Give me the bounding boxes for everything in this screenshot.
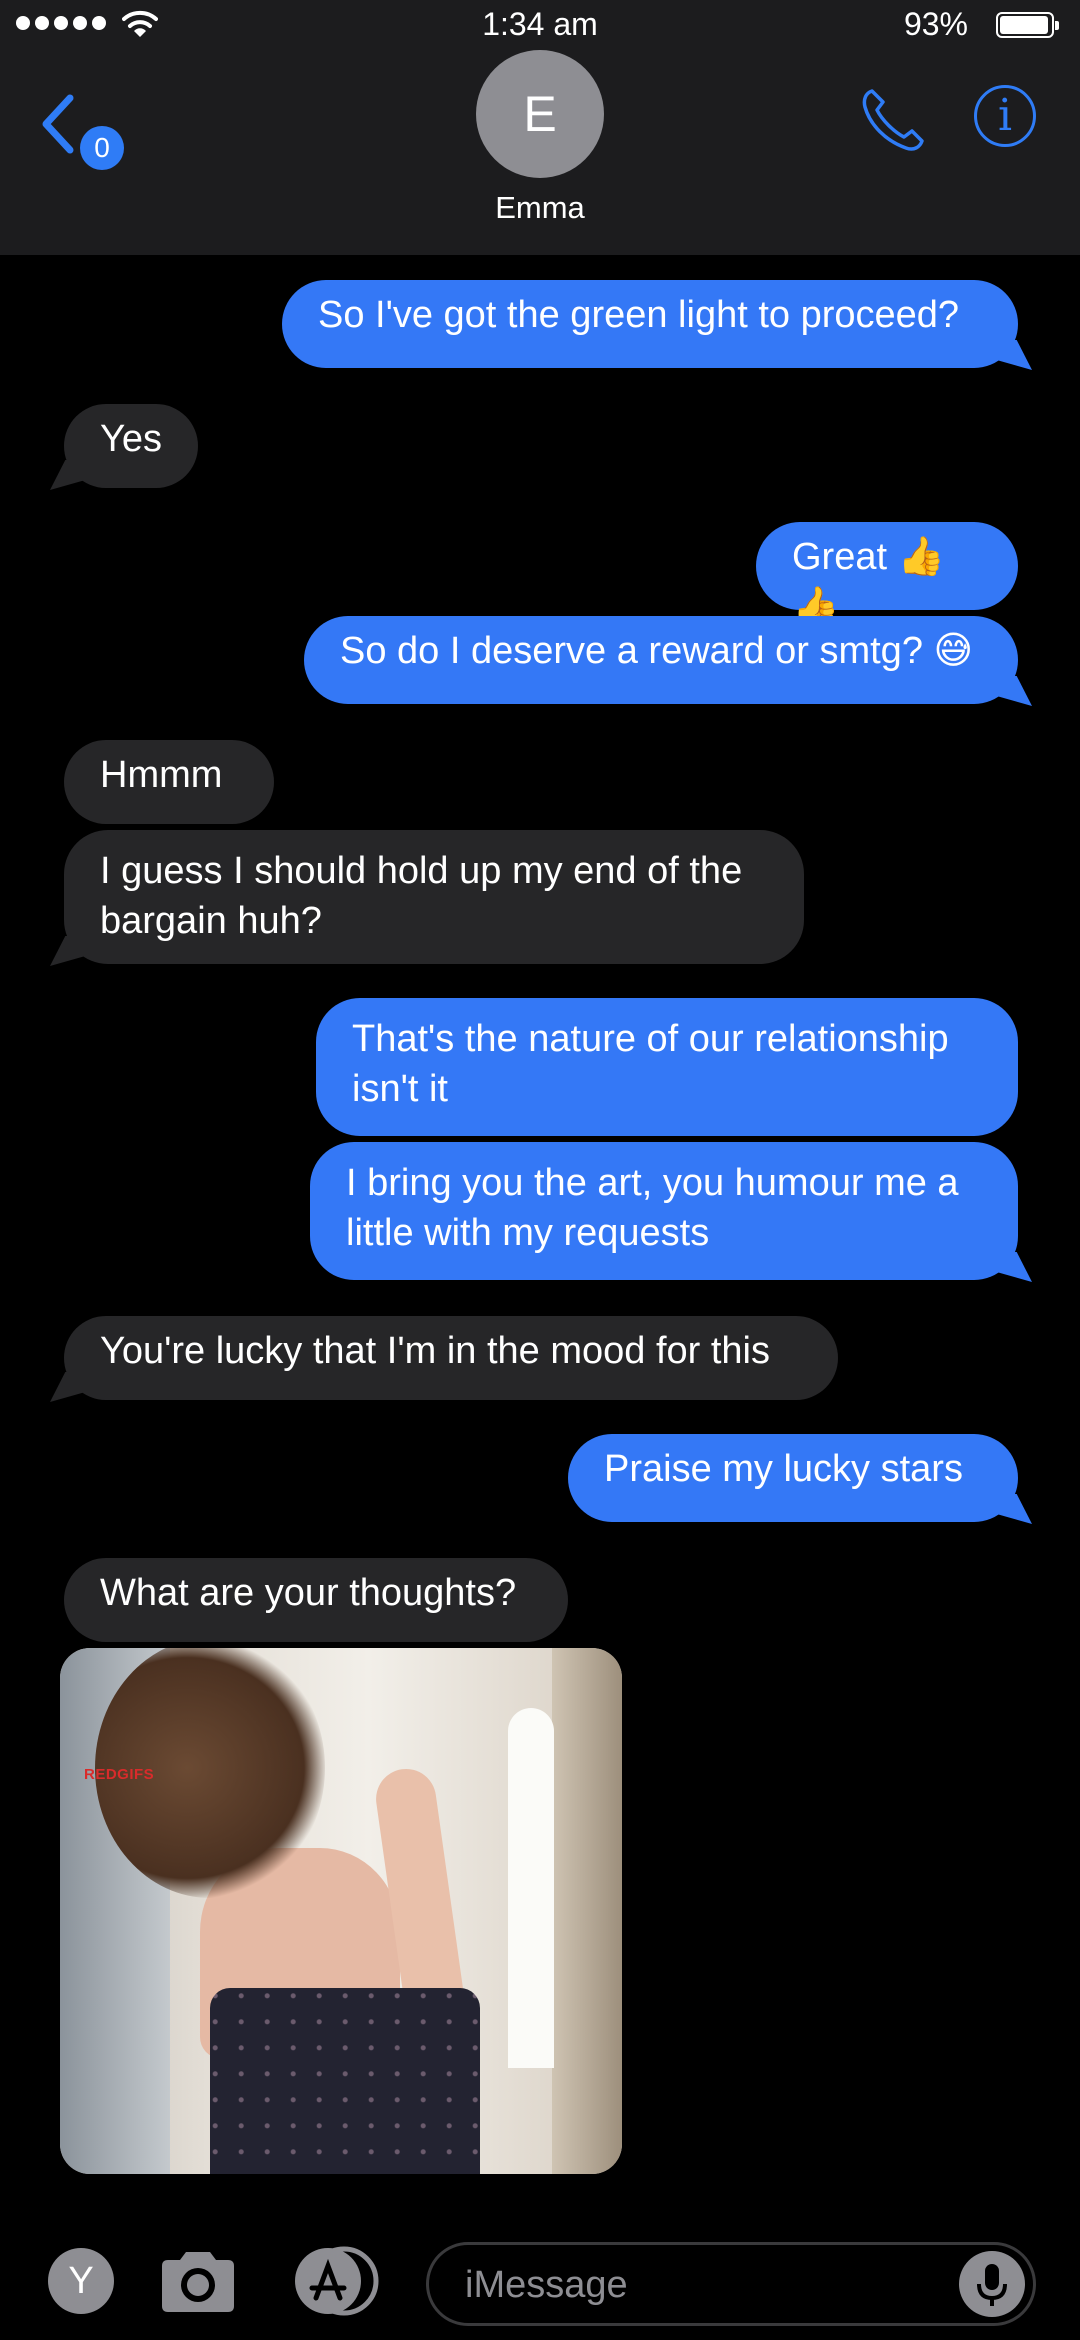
message-sent[interactable]: Great 👍👍 — [756, 522, 1018, 628]
message-sent[interactable]: That's the nature of our relationship is… — [316, 998, 1018, 1136]
message-text: Praise my lucky stars — [604, 1448, 963, 1490]
message-sent[interactable]: Praise my lucky stars — [568, 1434, 1018, 1522]
message-received[interactable]: Hmmm — [64, 740, 274, 824]
chevron-left-icon — [42, 94, 74, 154]
message-received[interactable]: You're lucky that I'm in the mood for th… — [64, 1316, 838, 1400]
unread-count-badge: 0 — [80, 126, 124, 170]
message-text: Yes — [100, 418, 162, 460]
message-text: Hmmm — [100, 754, 223, 796]
message-received[interactable]: Yes — [64, 404, 198, 488]
message-text: So I've got the green light to proceed? — [318, 294, 960, 336]
info-icon[interactable]: i — [974, 85, 1036, 147]
camera-icon[interactable] — [158, 2248, 238, 2314]
message-text: That's the nature of our relationship is… — [352, 1018, 949, 1110]
battery-icon — [996, 12, 1059, 38]
message-text: I bring you the art, you humour me a lit… — [346, 1162, 959, 1254]
message-text: Great 👍👍 — [792, 536, 945, 628]
message-text: I guess I should hold up my end of the b… — [100, 850, 743, 942]
contact-avatar[interactable]: E — [476, 50, 604, 178]
battery-percent: 93% — [903, 6, 968, 42]
image-attachment[interactable]: REDGIFS — [60, 1648, 622, 2174]
message-received[interactable]: I guess I should hold up my end of the b… — [64, 830, 804, 964]
message-text: What are your thoughts? — [100, 1572, 517, 1614]
microphone-button[interactable] — [959, 2251, 1025, 2317]
message-received[interactable]: What are your thoughts? — [64, 1558, 568, 1642]
conversation-header: 0 E Emma i — [0, 50, 1080, 255]
status-bar: 1:34 am 93% — [0, 0, 1080, 50]
phone-icon[interactable] — [858, 85, 928, 155]
input-toolbar: Y — [0, 2200, 1080, 2340]
contact-name[interactable]: Emma — [0, 190, 1080, 226]
app-drawer-button[interactable]: Y — [48, 2248, 114, 2314]
message-sent[interactable]: I bring you the art, you humour me a lit… — [310, 1142, 1018, 1280]
message-sent[interactable]: So I've got the green light to proceed? — [282, 280, 1018, 368]
microphone-icon — [977, 2264, 1007, 2306]
app-store-icon[interactable] — [288, 2244, 384, 2318]
message-text: So do I deserve a reward or smtg? 😅 — [340, 630, 974, 672]
back-button[interactable]: 0 — [38, 86, 138, 170]
watermark-text: REDGIFS — [84, 1766, 155, 1783]
message-input[interactable] — [463, 2245, 947, 2325]
message-text: You're lucky that I'm in the mood for th… — [100, 1330, 770, 1372]
message-sent[interactable]: So do I deserve a reward or smtg? 😅 — [304, 616, 1018, 704]
message-input-box[interactable] — [426, 2242, 1036, 2326]
